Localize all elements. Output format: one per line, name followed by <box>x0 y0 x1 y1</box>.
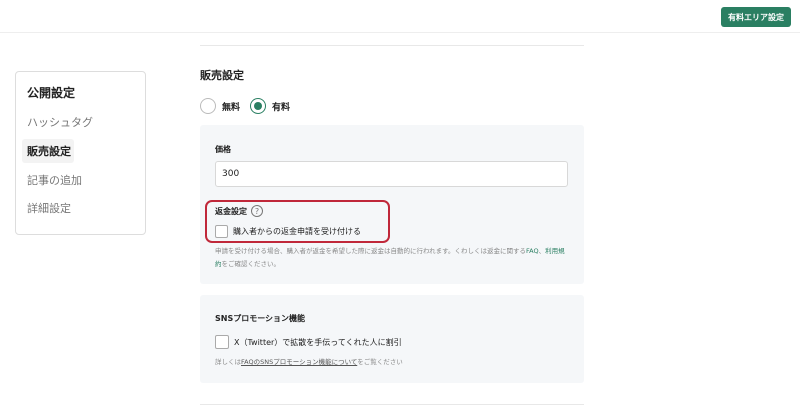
faq-link[interactable]: FAQ <box>526 247 539 255</box>
refund-note-tail: をご確認ください。 <box>221 260 281 268</box>
radio-free-option[interactable]: 無料 <box>200 97 240 115</box>
sns-checkbox[interactable] <box>215 335 229 349</box>
paid-area-settings-button[interactable]: 有料エリア設定 <box>721 7 791 27</box>
top-divider <box>200 45 584 46</box>
top-bar: 有料エリア設定 <box>0 0 800 33</box>
sidebar-title: 公開設定 <box>27 86 76 100</box>
sns-promotion-panel: SNSプロモーション機能 X（Twitter）で拡散を手伝ってくれた人に割引 詳… <box>200 295 584 383</box>
sns-note-suffix: をご覧ください <box>357 358 403 366</box>
radio-paid-label: 有料 <box>272 102 291 113</box>
price-input[interactable] <box>215 161 568 187</box>
sidebar-item-hashtag[interactable]: ハッシュタグ <box>22 110 93 134</box>
sns-note: 詳しくはFAQのSNSプロモーション機能についてをご覧ください <box>215 356 403 366</box>
sns-checkbox-label: X（Twitter）で拡散を手伝ってくれた人に割引 <box>234 337 402 347</box>
refund-note-text: 申請を受け付ける場合、購入者が返金を希望した際に返金は自動的に行われます。くわし… <box>215 247 527 255</box>
radio-free-label: 無料 <box>222 102 241 113</box>
bottom-divider <box>200 404 584 405</box>
sns-note-prefix: 詳しくは <box>215 358 241 366</box>
radio-paid-option[interactable]: 有料 <box>250 97 290 115</box>
radio-free[interactable] <box>200 98 216 114</box>
radio-paid[interactable] <box>250 98 266 114</box>
price-label: 価格 <box>215 145 231 154</box>
sidebar-item-sales-settings[interactable]: 販売設定 <box>22 139 74 163</box>
sns-promotion-title: SNSプロモーション機能 <box>215 314 306 323</box>
sns-faq-link[interactable]: FAQのSNSプロモーション機能について <box>241 358 357 366</box>
highlight-annotation <box>205 200 390 243</box>
settings-sidebar: 公開設定 ハッシュタグ 販売設定 記事の追加 詳細設定 <box>15 71 146 235</box>
sidebar-item-add-article[interactable]: 記事の追加 <box>22 168 82 192</box>
sales-settings-title: 販売設定 <box>200 69 244 82</box>
sidebar-item-detail-settings[interactable]: 詳細設定 <box>22 196 74 220</box>
sns-checkbox-row[interactable]: X（Twitter）で拡散を手伝ってくれた人に割引 <box>215 335 402 349</box>
refund-note: 申請を受け付ける場合、購入者が返金を希望した際に返金は自動的に行われます。くわし… <box>215 245 571 271</box>
